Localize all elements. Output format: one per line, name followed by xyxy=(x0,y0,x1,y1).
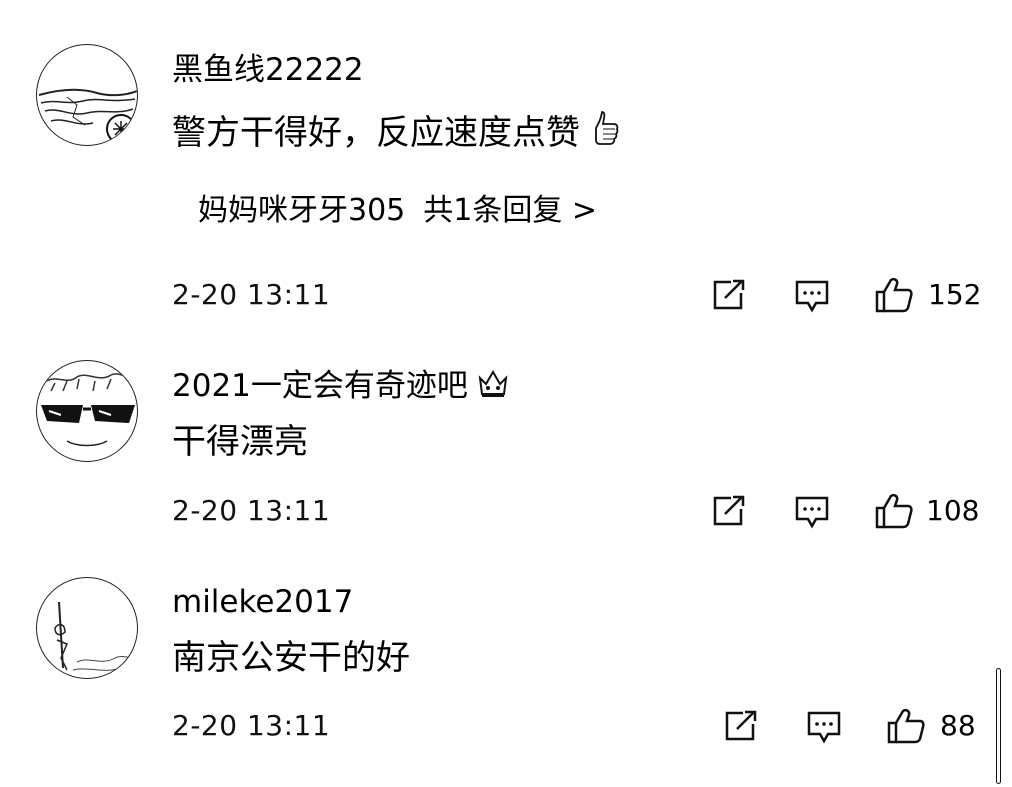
comment-text: 干得漂亮 xyxy=(172,422,308,462)
comment-icon xyxy=(807,711,841,744)
like-count: 88 xyxy=(940,709,976,742)
comment-icon xyxy=(795,280,829,313)
like-icon xyxy=(887,708,925,744)
like-icon xyxy=(875,277,913,313)
username-text[interactable]: 2021一定会有奇迹吧 xyxy=(172,368,468,404)
avatar[interactable] xyxy=(36,577,138,679)
reply-summary-link[interactable]: 妈妈咪牙牙305 共1条回复 > xyxy=(198,193,597,229)
reply-author[interactable]: 妈妈咪牙牙305 xyxy=(198,193,405,228)
username[interactable]: 黑鱼线22222 xyxy=(172,52,364,88)
like-icon xyxy=(875,493,913,529)
crown-icon xyxy=(476,368,510,408)
share-button[interactable] xyxy=(711,279,747,311)
share-icon xyxy=(725,710,757,741)
reply-button[interactable] xyxy=(794,279,830,313)
share-icon xyxy=(713,279,745,310)
comment-text-content: 警方干得好，反应速度点赞 xyxy=(172,113,580,153)
thumbs-up-icon xyxy=(590,108,620,157)
comment-text: 南京公安干的好 xyxy=(172,638,410,678)
username[interactable]: mileke2017 xyxy=(172,584,353,620)
comment-time: 2-20 13:11 xyxy=(172,278,331,311)
scrollbar[interactable] xyxy=(996,668,1001,784)
comment-icon xyxy=(795,496,829,529)
like-count: 108 xyxy=(926,494,980,527)
like-button[interactable] xyxy=(874,492,914,530)
comment-text: 警方干得好，反应速度点赞 xyxy=(172,108,620,157)
avatar[interactable] xyxy=(36,44,138,146)
avatar[interactable] xyxy=(36,360,138,462)
reply-count[interactable]: 共1条回复 > xyxy=(423,193,597,228)
reply-button[interactable] xyxy=(806,710,842,744)
reply-button[interactable] xyxy=(794,495,830,529)
share-button[interactable] xyxy=(711,495,747,527)
like-count: 152 xyxy=(928,278,982,311)
like-button[interactable] xyxy=(886,707,926,745)
comment-time: 2-20 13:11 xyxy=(172,494,331,527)
comment-time: 2-20 13:11 xyxy=(172,709,331,742)
share-button[interactable] xyxy=(723,710,759,742)
username[interactable]: 2021一定会有奇迹吧 xyxy=(172,368,510,408)
like-button[interactable] xyxy=(874,276,914,314)
share-icon xyxy=(713,495,745,526)
